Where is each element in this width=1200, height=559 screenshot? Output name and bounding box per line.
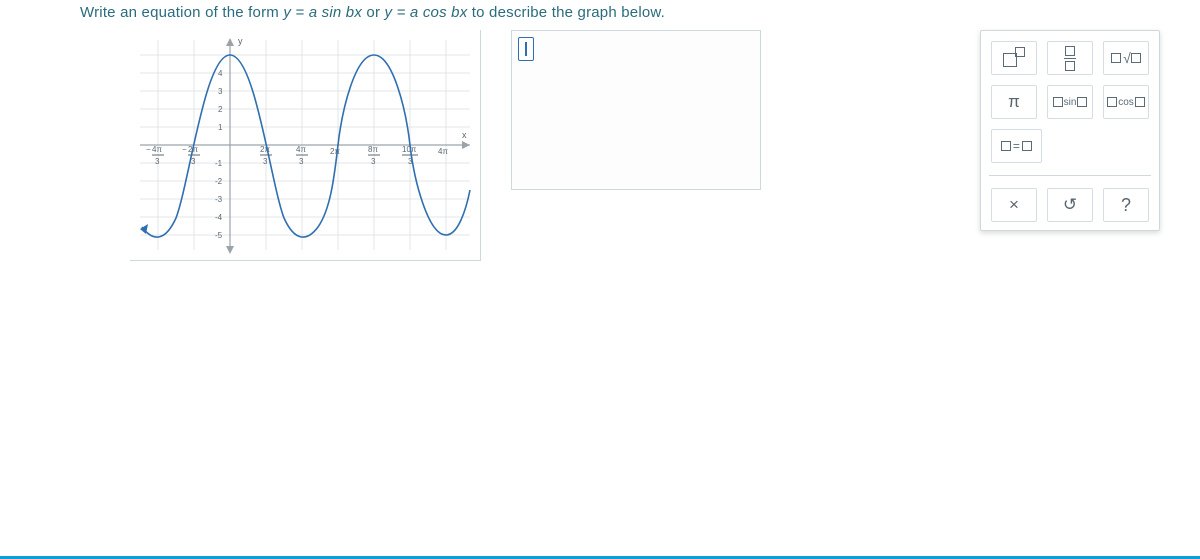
svg-text:−: −: [146, 145, 151, 154]
ytick: 3: [218, 87, 223, 96]
sin-label: sin: [1064, 97, 1077, 108]
math-keypad: √ π sin cos =: [980, 30, 1160, 231]
svg-text:4π: 4π: [438, 147, 448, 156]
prompt-eq2: y = a cos bx: [385, 4, 468, 21]
svg-text:−: −: [182, 145, 187, 154]
prompt-mid: or: [366, 4, 384, 21]
keypad-fraction-button[interactable]: [1047, 41, 1093, 75]
ytick: 2: [218, 105, 223, 114]
keypad-sin-button[interactable]: sin: [1047, 85, 1093, 119]
svg-text:2π: 2π: [330, 147, 340, 156]
question-prompt: Write an equation of the form y = a sin …: [80, 4, 1160, 21]
reset-icon: ↺: [1063, 195, 1077, 215]
equals-icon: =: [1013, 139, 1020, 153]
keypad-exponent-button[interactable]: [991, 41, 1037, 75]
keypad-help-button[interactable]: ?: [1103, 188, 1149, 222]
prompt-pre: Write an equation of the form: [80, 4, 283, 21]
ytick: -5: [215, 231, 223, 240]
svg-text:3: 3: [371, 157, 376, 166]
svg-text:4π: 4π: [296, 145, 306, 154]
keypad-nthroot-button[interactable]: √: [1103, 41, 1149, 75]
answer-input-area[interactable]: [511, 30, 761, 190]
ytick: 1: [218, 123, 223, 132]
xtick: 2π: [330, 147, 340, 156]
svg-text:3: 3: [299, 157, 304, 166]
y-axis-label: y: [238, 36, 243, 46]
close-icon: ×: [1009, 195, 1019, 215]
help-icon: ?: [1121, 195, 1131, 216]
ytick: -4: [215, 213, 223, 222]
xtick: 4π: [438, 147, 448, 156]
keypad-clear-button[interactable]: ×: [991, 188, 1037, 222]
ytick: 4: [218, 69, 223, 78]
svg-text:2π: 2π: [260, 145, 270, 154]
svg-text:3: 3: [155, 157, 160, 166]
ytick: -3: [215, 195, 223, 204]
svg-text:8π: 8π: [368, 145, 378, 154]
graph-svg: y x 4 3 2 1 -1 -2 -3 -4 -5 −4π3 −2π3 2π3…: [130, 30, 480, 260]
graph-panel: y x 4 3 2 1 -1 -2 -3 -4 -5 −4π3 −2π3 2π3…: [130, 30, 481, 261]
equation-cursor[interactable]: [518, 37, 534, 61]
ytick: -2: [215, 177, 223, 186]
svg-text:3: 3: [263, 157, 268, 166]
svg-text:3: 3: [191, 157, 196, 166]
pi-icon: π: [1008, 92, 1020, 112]
svg-text:4π: 4π: [152, 145, 162, 154]
prompt-eq1: y = a sin bx: [283, 4, 362, 21]
cos-label: cos: [1118, 97, 1134, 108]
keypad-pi-button[interactable]: π: [991, 85, 1037, 119]
keypad-cos-button[interactable]: cos: [1103, 85, 1149, 119]
prompt-post: to describe the graph below.: [472, 4, 665, 21]
keypad-reset-button[interactable]: ↺: [1047, 188, 1093, 222]
keypad-equals-button[interactable]: =: [991, 129, 1042, 163]
ytick: -1: [215, 159, 223, 168]
x-axis-label: x: [462, 130, 467, 140]
